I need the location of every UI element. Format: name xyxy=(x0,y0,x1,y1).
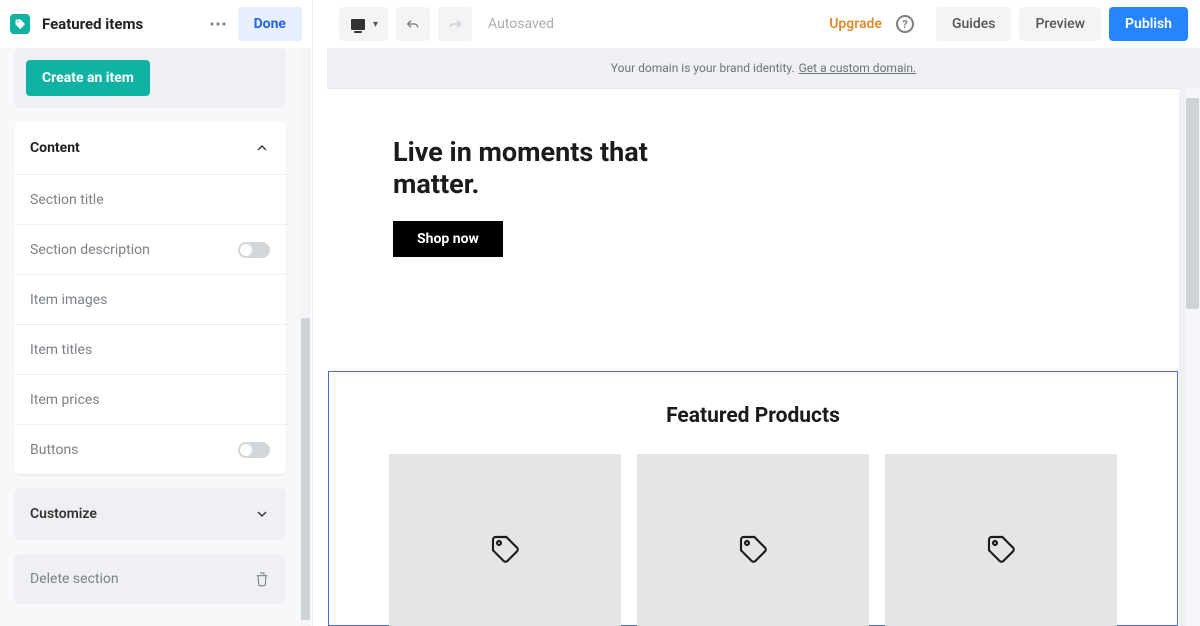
content-row-label: Section description xyxy=(30,242,150,258)
section-description-toggle[interactable] xyxy=(238,242,270,258)
upgrade-link[interactable]: Upgrade xyxy=(829,16,882,32)
content-row-item-prices[interactable]: Item prices xyxy=(14,374,286,424)
customize-section-header[interactable]: Customize xyxy=(14,488,286,540)
domain-banner-link[interactable]: Get a custom domain. xyxy=(799,61,917,75)
customize-section: Customize xyxy=(14,488,286,540)
settings-sidebar: Create an item Content Section title Sec… xyxy=(0,48,300,626)
featured-products-title: Featured Products xyxy=(329,404,1177,428)
panel-divider xyxy=(312,0,327,626)
content-row-section-description[interactable]: Section description xyxy=(14,224,286,274)
site-preview[interactable]: Live in moments that matter. Shop now Fe… xyxy=(327,88,1179,626)
domain-banner-text: Your domain is your brand identity. xyxy=(611,61,795,75)
panel-header: Featured items Done xyxy=(0,0,312,48)
chevron-up-icon xyxy=(254,140,270,156)
sidebar-scrollbar-thumb[interactable] xyxy=(301,318,310,620)
undo-icon xyxy=(405,17,421,31)
content-section-title: Content xyxy=(30,140,80,156)
content-section: Content Section title Section descriptio… xyxy=(14,122,286,474)
editor-toolbar: ▾ Autosaved Upgrade ? Guides Preview Pub… xyxy=(327,0,1200,48)
delete-section-button[interactable]: Delete section xyxy=(14,554,286,604)
redo-icon xyxy=(447,17,463,31)
tag-icon xyxy=(489,533,521,565)
featured-products-section[interactable]: Featured Products xyxy=(328,371,1178,626)
help-button[interactable]: ? xyxy=(896,15,914,33)
create-item-button[interactable]: Create an item xyxy=(26,60,150,96)
desktop-icon xyxy=(351,19,365,30)
autosave-status: Autosaved xyxy=(488,16,554,32)
redo-button[interactable] xyxy=(438,7,472,41)
content-row-label: Section title xyxy=(30,192,104,208)
done-button[interactable]: Done xyxy=(238,7,302,41)
delete-section-label: Delete section xyxy=(30,571,119,587)
panel-title: Featured items xyxy=(42,15,204,33)
content-row-label: Item images xyxy=(30,292,107,308)
hero-heading: Live in moments that matter. xyxy=(393,136,653,201)
more-horizontal-icon xyxy=(210,22,226,26)
content-section-header[interactable]: Content xyxy=(14,122,286,174)
editor-canvas: Your domain is your brand identity. Get … xyxy=(327,48,1200,626)
tag-icon xyxy=(985,533,1017,565)
preview-button[interactable]: Preview xyxy=(1019,7,1101,41)
content-row-section-title[interactable]: Section title xyxy=(14,174,286,224)
content-row-item-titles[interactable]: Item titles xyxy=(14,324,286,374)
product-card[interactable] xyxy=(637,454,869,626)
chevron-down-icon xyxy=(254,506,270,522)
content-row-label: Item prices xyxy=(30,392,100,408)
device-preview-button[interactable]: ▾ xyxy=(339,7,388,41)
publish-button[interactable]: Publish xyxy=(1109,7,1188,41)
product-card[interactable] xyxy=(885,454,1117,626)
tag-icon xyxy=(737,533,769,565)
app-logo xyxy=(10,14,30,34)
trash-icon xyxy=(254,570,270,588)
buttons-toggle[interactable] xyxy=(238,442,270,458)
shop-now-button[interactable]: Shop now xyxy=(393,221,503,257)
customize-section-title: Customize xyxy=(30,506,97,522)
content-row-item-images[interactable]: Item images xyxy=(14,274,286,324)
guides-button[interactable]: Guides xyxy=(936,7,1011,41)
domain-banner: Your domain is your brand identity. Get … xyxy=(327,48,1200,88)
product-grid xyxy=(329,454,1177,626)
caret-down-icon: ▾ xyxy=(373,19,378,30)
content-row-label: Item titles xyxy=(30,342,92,358)
tag-icon xyxy=(14,18,26,30)
more-options-button[interactable] xyxy=(204,10,232,38)
canvas-scrollbar-thumb[interactable] xyxy=(1186,98,1199,309)
content-row-buttons[interactable]: Buttons xyxy=(14,424,286,474)
product-card[interactable] xyxy=(389,454,621,626)
undo-button[interactable] xyxy=(396,7,430,41)
content-row-label: Buttons xyxy=(30,442,78,458)
create-item-card: Create an item xyxy=(14,48,286,108)
